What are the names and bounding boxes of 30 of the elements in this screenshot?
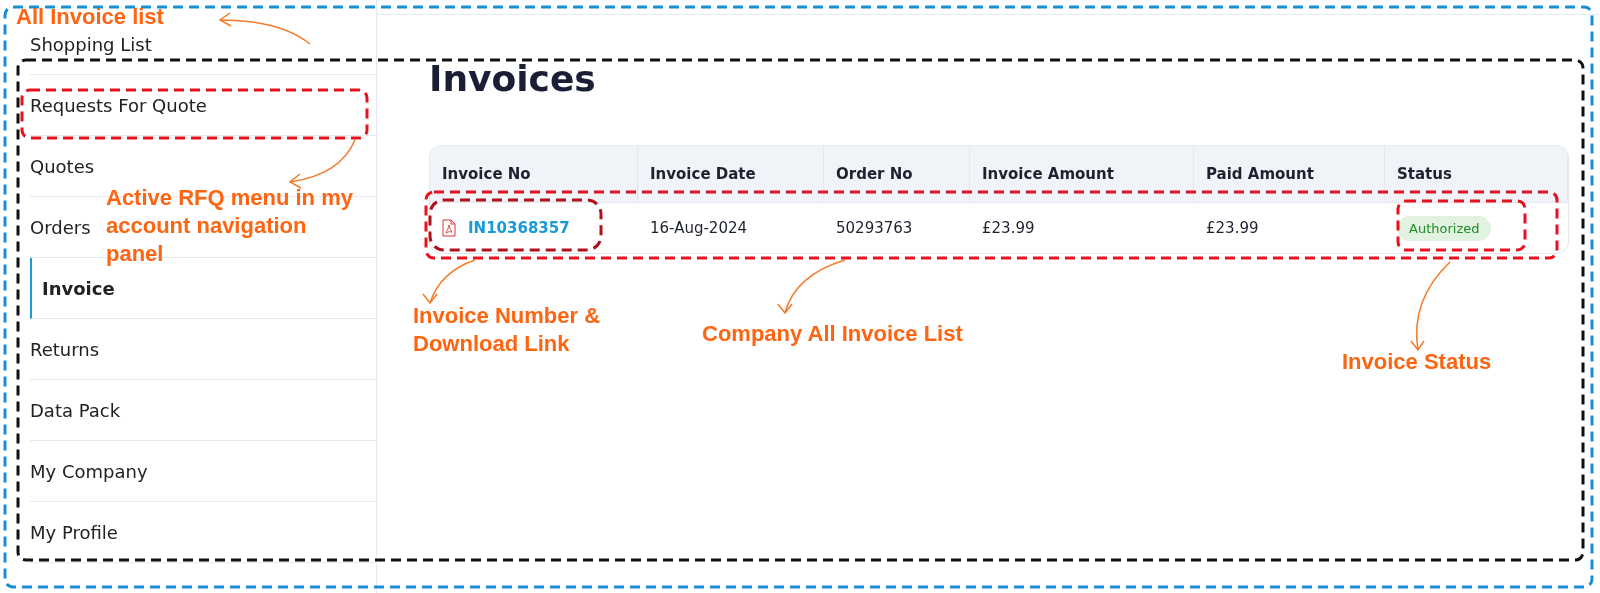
- column-header: Order No: [824, 146, 970, 202]
- annotation-arrow: [288, 139, 356, 189]
- column-header: Invoice Date: [638, 146, 824, 202]
- annotation-label: All Invoice list: [16, 5, 165, 29]
- nav-item[interactable]: Requests For Quote: [30, 94, 207, 116]
- annotation-arrow: [777, 259, 846, 315]
- annotation-arrow: [422, 259, 476, 305]
- column-header: Paid Amount: [1194, 146, 1385, 202]
- status-badge: Authorized: [1397, 215, 1492, 241]
- pdf-file-icon[interactable]: [442, 219, 456, 237]
- nav-item[interactable]: Returns: [30, 338, 100, 360]
- nav-item[interactable]: Shopping List: [30, 33, 152, 55]
- nav-item[interactable]: Invoice: [42, 277, 115, 299]
- annotation-label: Active RFQ menu in my account navigation panel: [106, 184, 354, 268]
- nav-item[interactable]: Data Pack: [30, 399, 121, 421]
- column-header: Invoice No: [430, 146, 638, 202]
- table-cell-text: 50293763: [835, 218, 914, 239]
- nav-item[interactable]: My Profile: [30, 521, 118, 543]
- annotation-label: Invoice Number & Download Link: [413, 302, 602, 358]
- page-title: Invoices: [429, 57, 597, 101]
- annotation-label: Company All Invoice List: [702, 320, 964, 348]
- nav-item[interactable]: Quotes: [30, 155, 95, 177]
- column-header: Invoice Amount: [970, 146, 1194, 202]
- table-cell-text: 16-Aug-2024: [649, 218, 749, 239]
- nav-item[interactable]: Orders: [30, 216, 91, 238]
- table-cell-text: £23.99: [981, 218, 1036, 239]
- column-header: Status: [1385, 146, 1568, 202]
- table-cell-text: £23.99: [1205, 218, 1260, 239]
- nav-item[interactable]: My Company: [30, 460, 148, 482]
- annotation-label: Invoice Status: [1342, 348, 1493, 376]
